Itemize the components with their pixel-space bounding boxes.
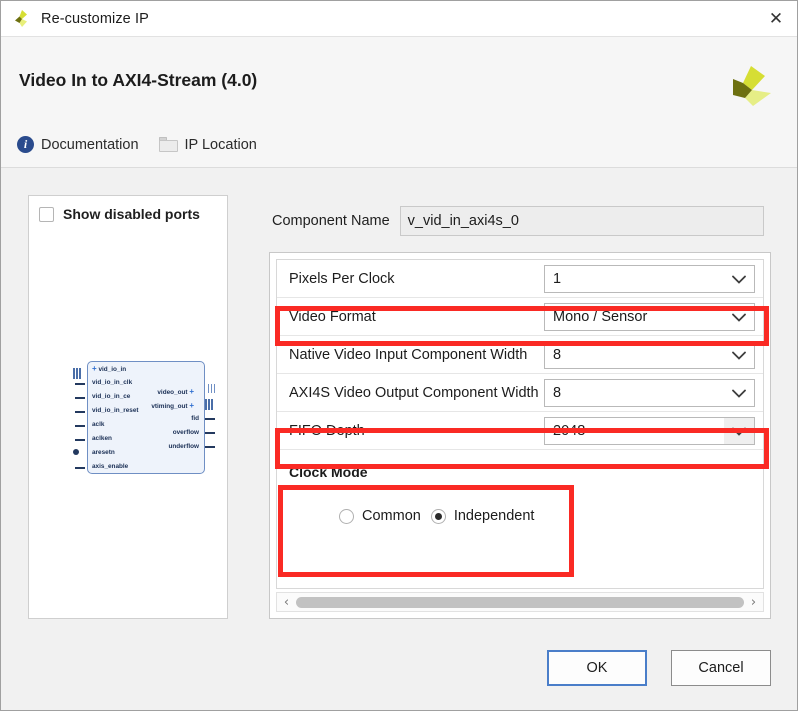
field-fifo-depth: FIFO Depth 2048: [277, 412, 763, 450]
field-label-fifo-depth: FIFO Depth: [289, 422, 365, 439]
ip-location-link-label: IP Location: [184, 136, 257, 153]
chevron-down-icon: [724, 266, 754, 292]
pin-aclken: [75, 439, 85, 441]
radio-label-independent: Independent: [453, 508, 535, 524]
header-links: i Documentation IP Location: [17, 136, 257, 153]
port-label-fid: fid: [191, 415, 199, 422]
field-video-format: Video Format Mono / Sensor: [277, 298, 763, 336]
pin-fid: [205, 418, 215, 420]
radio-label-common: Common: [362, 508, 421, 524]
port-label-axis-enable: axis_enable: [92, 463, 129, 470]
dropdown-pixels-per-clock[interactable]: 1: [544, 265, 755, 293]
ports-preview-panel: Show disabled ports + vid_io_in vid_io_i…: [28, 195, 228, 619]
field-pixels-per-clock: Pixels Per Clock 1: [277, 260, 763, 298]
xilinx-logo-icon: [11, 8, 33, 30]
dropdown-axi4s-video-output-component-width[interactable]: 8: [544, 379, 755, 407]
ip-header: Video In to AXI4-Stream (4.0) i Document…: [1, 37, 797, 167]
component-name-input[interactable]: v_vid_in_axi4s_0: [399, 206, 764, 236]
pin-overflow: [205, 432, 215, 434]
pin-underflow: [205, 446, 215, 448]
port-label-vid-io-in-ce: vid_io_in_ce: [92, 393, 131, 400]
ip-location-link[interactable]: IP Location: [158, 136, 257, 153]
title-bar: Re-customize IP ✕: [1, 1, 797, 37]
pin-vid-io-in-clk: [75, 383, 85, 385]
radio-button-common[interactable]: [339, 508, 354, 524]
field-label-video-format: Video Format: [289, 308, 376, 325]
radio-button-independent[interactable]: [430, 508, 446, 524]
radio-common[interactable]: Common: [339, 508, 421, 524]
scroll-right-arrow-icon[interactable]: ›: [744, 593, 763, 611]
dropdown-value-video-format: Mono / Sensor: [553, 309, 648, 325]
dropdown-value-native-video-input-component-width: 8: [553, 347, 562, 363]
field-axi4s-video-output-component-width: AXI4S Video Output Component Width 8: [277, 374, 763, 412]
scroll-left-arrow-icon[interactable]: ‹: [277, 593, 296, 611]
pin-vid-io-in-reset: [75, 411, 85, 413]
ip-config-panel: Pixels Per Clock 1 Video Format Mono / S…: [269, 252, 771, 619]
info-icon: i: [17, 136, 34, 153]
field-label-pixels-per-clock: Pixels Per Clock: [289, 270, 395, 287]
ok-button[interactable]: OK: [547, 650, 647, 686]
folder-icon: [158, 137, 178, 152]
cancel-button[interactable]: Cancel: [671, 650, 771, 686]
component-name-label: Component Name: [272, 213, 390, 229]
show-disabled-ports-checkbox[interactable]: [39, 206, 54, 222]
port-label-aclk: aclk: [92, 421, 105, 428]
chevron-down-icon: [724, 380, 754, 406]
scrollbar-track[interactable]: [296, 593, 744, 611]
documentation-link[interactable]: i Documentation: [17, 136, 139, 153]
pin-vid-io-in-ce: [75, 397, 85, 399]
ip-block-diagram: + vid_io_in vid_io_in_clk vid_io_in_ce v…: [67, 356, 217, 481]
dropdown-fifo-depth[interactable]: 2048: [544, 417, 755, 445]
bus-marker-vtiming-out: [205, 399, 216, 410]
dropdown-native-video-input-component-width[interactable]: 8: [544, 341, 755, 369]
window-title: Re-customize IP: [41, 10, 149, 27]
documentation-link-label: Documentation: [41, 136, 139, 153]
port-label-aclken: aclken: [92, 435, 112, 442]
dropdown-value-pixels-per-clock: 1: [553, 271, 562, 287]
close-icon[interactable]: ✕: [753, 1, 797, 36]
recustomize-ip-dialog: Re-customize IP ✕ Video In to AXI4-Strea…: [0, 0, 798, 711]
header-divider: [1, 167, 797, 168]
xilinx-brand-icon: [721, 60, 777, 116]
dropdown-value-fifo-depth: 2048: [553, 423, 586, 439]
pin-axis-enable: [75, 467, 85, 469]
bus-marker-vid-io-in: [73, 368, 84, 379]
port-label-video-out: video_out +: [157, 387, 194, 396]
chevron-down-icon: [724, 342, 754, 368]
field-label-axi4s-video-output-component-width: AXI4S Video Output Component Width: [289, 384, 539, 401]
ip-config-form: Pixels Per Clock 1 Video Format Mono / S…: [276, 259, 764, 589]
chevron-down-icon: [724, 418, 754, 444]
show-disabled-ports-row[interactable]: Show disabled ports: [39, 206, 200, 222]
dropdown-video-format[interactable]: Mono / Sensor: [544, 303, 755, 331]
pin-aclk: [75, 425, 85, 427]
port-label-aresetn: aresetn: [92, 449, 115, 456]
clock-mode-title: Clock Mode: [289, 464, 376, 480]
port-label-overflow: overflow: [172, 429, 199, 436]
show-disabled-ports-label: Show disabled ports: [63, 206, 200, 222]
component-name-row: Component Name v_vid_in_axi4s_0: [272, 206, 764, 236]
page-title: Video In to AXI4-Stream (4.0): [19, 70, 258, 90]
group-divider: [289, 481, 753, 482]
port-label-vid-io-in: + vid_io_in: [92, 364, 127, 373]
port-label-underflow: underflow: [168, 443, 199, 450]
bus-marker-video-out: [208, 384, 216, 393]
field-label-native-video-input-component-width: Native Video Input Component Width: [289, 346, 528, 363]
clock-mode-options: Common Independent: [339, 508, 753, 524]
radio-independent[interactable]: Independent: [430, 508, 535, 524]
port-label-vid-io-in-clk: vid_io_in_clk: [92, 379, 133, 386]
dropdown-value-axi4s-video-output-component-width: 8: [553, 385, 562, 401]
pin-aresetn-dot: [73, 449, 79, 455]
horizontal-scrollbar[interactable]: ‹ ›: [276, 592, 764, 612]
scrollbar-thumb[interactable]: [296, 596, 744, 608]
field-native-video-input-component-width: Native Video Input Component Width 8: [277, 336, 763, 374]
clock-mode-group: Clock Mode Common Independent: [289, 464, 753, 524]
port-label-vtiming-out: vtiming_out +: [151, 401, 194, 410]
chevron-down-icon: [724, 304, 754, 330]
